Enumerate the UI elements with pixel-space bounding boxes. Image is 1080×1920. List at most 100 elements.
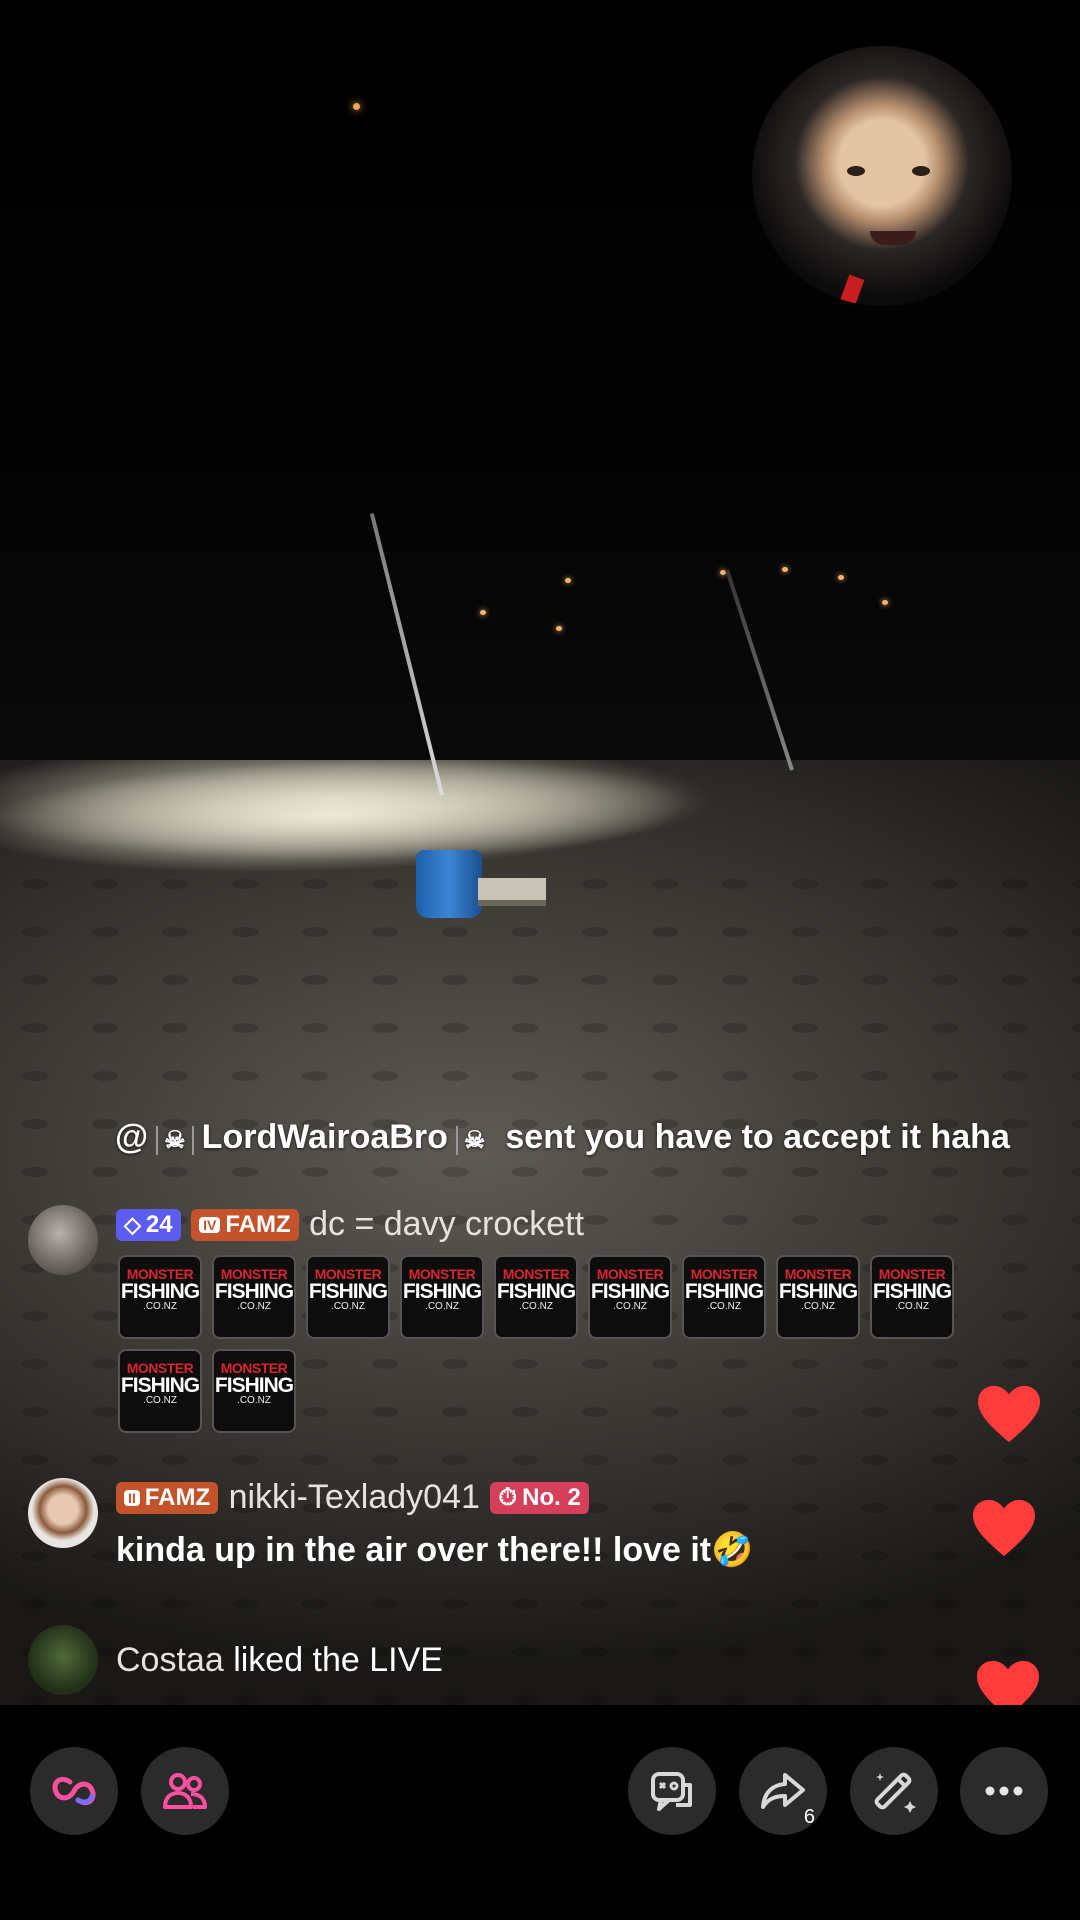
sticker-text: FISHING (872, 1280, 952, 1303)
fan-club-label: FAMZ (225, 1210, 291, 1238)
system-text: liked the LIVE (233, 1641, 443, 1679)
sticker-text: FISHING (496, 1280, 576, 1303)
skull-icon: ☠ (156, 1126, 194, 1155)
sticker-text: MONSTER (126, 1360, 194, 1376)
heart-badge-icon: II (124, 1489, 140, 1506)
sticker-text: .CO.NZ (143, 1301, 177, 1312)
sticker-text: .CO.NZ (143, 1395, 177, 1406)
distant-light (882, 600, 888, 605)
host-camera-bubble[interactable] (752, 46, 1012, 306)
sticker-text: MONSTER (596, 1266, 664, 1282)
more-dots-icon (985, 1786, 1023, 1796)
blue-bucket (416, 850, 482, 918)
level-value: 24 (145, 1210, 173, 1238)
sticker-text: MONSTER (126, 1266, 194, 1282)
distant-light (556, 626, 562, 631)
live-stream-screen: @ ☠ LordWairoaBro ☠ sent you have to accept … (0, 0, 1080, 1920)
eye (847, 166, 865, 176)
stopwatch-icon: ⏱ (498, 1483, 518, 1511)
chat-settings-icon (651, 1772, 692, 1811)
sticker-text: .CO.NZ (613, 1301, 647, 1312)
fan-club-badge[interactable]: IV FAMZ (191, 1208, 299, 1241)
comment-header: ◇ 24 IV FAMZ dc = davy crockett (116, 1205, 584, 1244)
bottom-toolbar: 6 (0, 1705, 1080, 1920)
gift-message-text: sent you have to accept it haha (505, 1118, 1010, 1156)
system-message: Costaa liked the LIVE (116, 1641, 443, 1680)
more-options-button[interactable] (960, 1747, 1048, 1835)
sticker-text: .CO.NZ (801, 1301, 835, 1312)
guests-button[interactable] (141, 1747, 229, 1835)
mention-symbol: @ (115, 1118, 149, 1156)
monster-fishing-sticker: MONSTER FISHING .CO.NZ (400, 1255, 484, 1339)
floating-heart-icon (970, 1497, 1038, 1559)
distant-light (782, 567, 788, 572)
sticker-text: .CO.NZ (707, 1301, 741, 1312)
sticker-text: .CO.NZ (237, 1301, 271, 1312)
comment-feed: @ ☠ LordWairoaBro ☠ sent you have to accept … (0, 1100, 1080, 1705)
sticker-text: FISHING (308, 1280, 388, 1303)
monster-fishing-sticker: MONSTER FISHING .CO.NZ (118, 1349, 202, 1433)
fan-club-badge[interactable]: II FAMZ (116, 1481, 219, 1514)
level-badge[interactable]: ◇ 24 (116, 1208, 181, 1241)
monster-fishing-sticker: MONSTER FISHING .CO.NZ (118, 1255, 202, 1339)
eye (912, 166, 930, 176)
gift-message: @ ☠ LordWairoaBro ☠ sent you have to accept … (115, 1118, 1010, 1157)
comment-username[interactable]: nikki-Texlady041 (229, 1478, 480, 1516)
sticker-text: FISHING (120, 1280, 200, 1303)
sticker-text: .CO.NZ (237, 1395, 271, 1406)
sticker-text: MONSTER (220, 1266, 288, 1282)
sticker-text: MONSTER (502, 1266, 570, 1282)
sticker-text: .CO.NZ (519, 1301, 553, 1312)
monster-fishing-sticker: MONSTER FISHING .CO.NZ (494, 1255, 578, 1339)
monster-fishing-sticker: MONSTER FISHING .CO.NZ (306, 1255, 390, 1339)
distant-light (565, 578, 571, 583)
sticker-text: MONSTER (408, 1266, 476, 1282)
mention-user[interactable]: LordWairoaBro (202, 1118, 448, 1156)
tackle-box (478, 878, 546, 906)
monster-fishing-sticker: MONSTER FISHING .CO.NZ (212, 1349, 296, 1433)
enhance-button[interactable] (850, 1747, 938, 1835)
link-button[interactable] (30, 1747, 118, 1835)
avatar[interactable] (28, 1478, 98, 1548)
comment-settings-button[interactable] (628, 1747, 716, 1835)
floating-heart-icon (975, 1383, 1043, 1445)
monster-fishing-sticker: MONSTER FISHING .CO.NZ (776, 1255, 860, 1339)
distant-light (838, 575, 844, 580)
sticker-text: FISHING (402, 1280, 482, 1303)
diamond-icon: ◇ (124, 1211, 141, 1237)
monster-fishing-sticker: MONSTER FISHING .CO.NZ (588, 1255, 672, 1339)
sticker-text: MONSTER (878, 1266, 946, 1282)
link-icon (52, 1776, 96, 1806)
sticker-text: MONSTER (220, 1360, 288, 1376)
share-button[interactable]: 6 (739, 1747, 827, 1835)
share-arrow-icon (761, 1773, 805, 1809)
rank-badge[interactable]: ⏱ No. 2 (490, 1481, 589, 1514)
comment-username[interactable]: Costaa (116, 1641, 224, 1679)
sticker-text: FISHING (778, 1280, 858, 1303)
magic-wand-icon (874, 1772, 916, 1813)
moon (353, 103, 360, 110)
comment-username[interactable]: dc = davy crockett (309, 1205, 584, 1243)
comment-text: kinda up in the air over there!! love it… (116, 1531, 754, 1569)
sticker-text: FISHING (590, 1280, 670, 1303)
avatar[interactable] (28, 1205, 98, 1275)
sticker-list: MONSTER FISHING .CO.NZ MONSTER FISHING .CO.NZ… (118, 1255, 1038, 1443)
distant-light (480, 610, 486, 615)
sticker-text: MONSTER (784, 1266, 852, 1282)
avatar[interactable] (28, 1625, 98, 1695)
people-icon (163, 1773, 207, 1809)
monster-fishing-sticker: MONSTER FISHING .CO.NZ (682, 1255, 766, 1339)
sticker-text: MONSTER (314, 1266, 382, 1282)
comment-header: II FAMZ nikki-Texlady041 ⏱ No. 2 (116, 1478, 589, 1517)
rank-label: No. 2 (522, 1483, 581, 1511)
sticker-text: FISHING (120, 1374, 200, 1397)
sticker-text: FISHING (214, 1280, 294, 1303)
comment-item: II FAMZ nikki-Texlady041 ⏱ No. 2 kinda up … (28, 1478, 1048, 1578)
sticker-text: FISHING (214, 1374, 294, 1397)
monster-fishing-sticker: MONSTER FISHING .CO.NZ (212, 1255, 296, 1339)
skull-icon: ☠ (455, 1126, 492, 1155)
comment-item: Costaa liked the LIVE (28, 1625, 1048, 1700)
mouth (870, 231, 916, 245)
sticker-text: .CO.NZ (425, 1301, 459, 1312)
fan-club-label: FAMZ (144, 1483, 211, 1511)
